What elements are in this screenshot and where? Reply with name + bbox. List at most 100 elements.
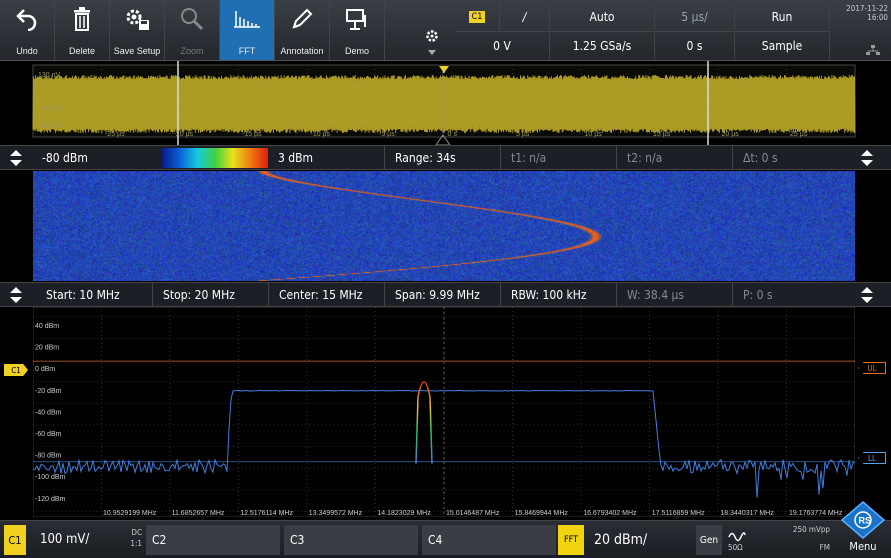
sp-y-tick-label: -100 dBm (35, 474, 66, 481)
c1-probe-label: 1:1 (128, 538, 142, 549)
acq-mode-label: Sample (762, 39, 803, 53)
fft-span[interactable]: Span: 9.99 MHz (384, 283, 500, 307)
menu-button[interactable]: RS Menu (838, 500, 888, 556)
colormap-gradient[interactable] (162, 148, 268, 168)
td-x-tick-label: -15 µs (242, 131, 262, 138)
fft-expand-icon[interactable] (860, 286, 874, 304)
demo-label: Demo (345, 46, 369, 56)
c3-slot[interactable]: C3 (284, 525, 418, 555)
trigger-source-label: C1 (469, 11, 486, 23)
demo-icon (330, 7, 384, 33)
td-y-tick-label: -410 nV (38, 123, 63, 130)
c4-slot[interactable]: C4 (422, 525, 556, 555)
gen-amplitude: 250 mVpp (780, 525, 830, 534)
fft-stop[interactable]: Stop: 20 MHz (152, 283, 268, 307)
zoom-label: Zoom (180, 46, 203, 56)
color-min-value[interactable]: -80 dBm (32, 146, 162, 170)
spectrogram-expand-icon[interactable] (860, 149, 874, 167)
time-domain-diagram[interactable]: 130 nV -210 nV -410 nV -25 µs -20 µs -15 µs -1… (0, 61, 891, 145)
time-scale[interactable]: 5 µs/ (655, 4, 735, 30)
trash-icon (55, 7, 109, 33)
c1-level-marker[interactable]: C1 (4, 364, 28, 376)
time-offset-label: 0 s (687, 39, 703, 53)
delete-button[interactable]: Delete (55, 0, 110, 60)
gear-save-icon (110, 7, 164, 33)
t2-label[interactable]: t2: n/a (616, 146, 732, 170)
annotation-button[interactable]: Annotation (275, 0, 330, 60)
c1-coupling[interactable]: DC 1:1 (128, 527, 142, 549)
gen-tag[interactable]: Gen (696, 525, 722, 555)
zoom-button[interactable]: Zoom (165, 0, 220, 60)
rs-logo-icon: RS (838, 500, 888, 540)
c1-tag[interactable]: C1 (4, 525, 26, 555)
date-label: 2017-11-22 (832, 4, 888, 13)
gen-impedance: 50Ω (728, 543, 743, 552)
run-label: Run (772, 10, 793, 24)
td-x-tick-label: 20 µs (722, 131, 740, 138)
c2-slot[interactable]: C2 (146, 525, 280, 555)
fft-button[interactable]: FFT (220, 0, 275, 60)
fft-start[interactable]: Start: 10 MHz (36, 283, 152, 307)
sp-y-tick-label: -60 dBm (35, 431, 62, 438)
fft-center[interactable]: Center: 15 MHz (268, 283, 384, 307)
sp-x-tick-label: 15.0146487 MHz (446, 510, 500, 517)
spectrogram-collapse-icon[interactable] (9, 149, 23, 167)
spectrum-diagram[interactable]: 40 dBm 20 dBm 0 dBm -20 dBm -40 dBm -60 dBm -8… (33, 307, 855, 517)
trigger-marker-label: T (441, 66, 447, 76)
save-setup-button[interactable]: Save Setup (110, 0, 165, 60)
trigger-level[interactable]: 0 V (455, 33, 550, 59)
annotation-label: Annotation (280, 46, 323, 56)
sp-y-tick-label: -20 dBm (35, 388, 62, 395)
fft-window[interactable]: W: 38.4 µs (616, 283, 732, 307)
trigger-slope-icon: ∕ (523, 10, 527, 24)
run-button[interactable]: Run (735, 4, 830, 30)
trigger-level-label: 0 V (493, 39, 511, 53)
trigger-mode[interactable]: Auto (550, 4, 655, 30)
td-x-tick-label: -25 µs (105, 131, 125, 138)
sp-x-tick-label: 18.3440317 MHz (720, 510, 774, 517)
fft-rbw[interactable]: RBW: 100 kHz (500, 283, 616, 307)
sp-y-tick-label: 40 dBm (35, 323, 59, 330)
channel-bar: C1 100 mV/ DC 1:1 C2 C3 C4 FFT 20 dBm/ G… (0, 520, 891, 558)
trigger-slope[interactable]: ∕ (500, 4, 550, 30)
delta-t-label[interactable]: Δt: 0 s (732, 146, 852, 170)
time-label: 16:00 (832, 13, 888, 22)
sp-x-tick-label: 13.3499572 MHz (309, 510, 363, 517)
lower-limit-marker[interactable]: LL (858, 452, 886, 464)
fft-tag[interactable]: FFT (558, 525, 584, 555)
chevron-down-icon (428, 50, 436, 55)
time-offset[interactable]: 0 s (655, 33, 735, 59)
range-label[interactable]: Range: 34s (384, 146, 500, 170)
demo-button[interactable]: Demo (330, 0, 385, 60)
upper-limit-marker[interactable]: UL (858, 362, 886, 374)
fft-p[interactable]: P: 0 s (732, 283, 852, 307)
sp-y-tick-label: -40 dBm (35, 409, 62, 416)
sp-x-tick-label: 19.1763774 MHz (789, 510, 843, 517)
td-x-tick-label: 5 µs (516, 131, 530, 138)
sp-x-tick-label: 12.5176114 MHz (240, 510, 293, 517)
fft-scale[interactable]: 20 dBm/ (594, 521, 694, 558)
c1-scale[interactable]: 100 mV/ (40, 521, 120, 558)
divider (455, 31, 830, 32)
trigger-settings-gear-icon[interactable] (420, 24, 444, 48)
sample-rate[interactable]: 1.25 GSa/s (550, 33, 655, 59)
sp-x-tick-label: 10.9529199 MHz (103, 510, 157, 517)
color-max-value[interactable]: 3 dBm (268, 146, 384, 170)
td-x-tick-label: -10 µs (311, 131, 331, 138)
acquisition-mode[interactable]: Sample (735, 33, 830, 59)
spectrogram-waterfall[interactable] (33, 171, 855, 281)
td-x-tick-label: 25 µs (790, 131, 808, 138)
sp-y-tick-label: 20 dBm (35, 345, 59, 352)
fft-icon (220, 7, 274, 33)
sp-x-tick-label: 14.1823029 MHz (377, 510, 431, 517)
undo-button[interactable]: Undo (0, 0, 55, 60)
td-x-tick-label: 10 µs (585, 131, 603, 138)
trigger-source[interactable]: C1 (455, 4, 500, 30)
network-icon (866, 40, 880, 59)
menu-label: Menu (840, 540, 886, 553)
t1-label[interactable]: t1: n/a (500, 146, 616, 170)
sp-x-tick-label: 15.8469944 MHz (515, 510, 569, 517)
undo-icon (0, 7, 54, 33)
td-x-tick-label: 0 s (448, 131, 458, 138)
fft-collapse-icon[interactable] (9, 286, 23, 304)
